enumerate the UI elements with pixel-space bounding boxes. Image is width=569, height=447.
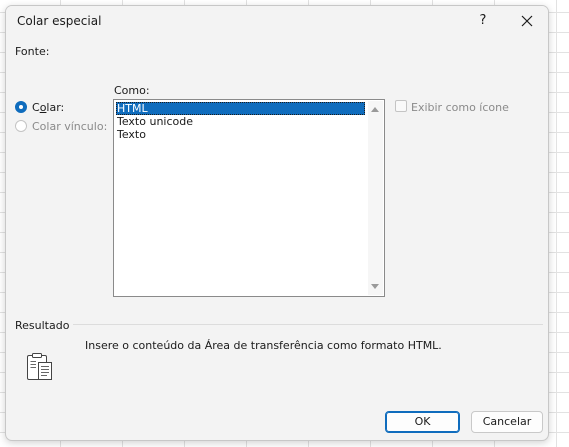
help-button[interactable]: ? bbox=[472, 10, 494, 32]
result-label: Resultado bbox=[15, 319, 70, 332]
display-as-icon-label: Exibir como ícone bbox=[411, 101, 509, 114]
as-listbox[interactable]: HTML Texto unicode Texto bbox=[113, 99, 385, 297]
scroll-down-arrow-icon[interactable] bbox=[371, 284, 379, 289]
source-label: Fonte: bbox=[15, 45, 50, 58]
list-item-text[interactable]: Texto bbox=[116, 128, 365, 141]
close-icon bbox=[521, 15, 533, 27]
scroll-up-arrow-icon[interactable] bbox=[371, 107, 379, 112]
paste-link-radio-label: Colar vínculo: bbox=[32, 120, 108, 133]
paste-special-dialog: Colar especial ? Fonte: Colar: Colar vín… bbox=[5, 5, 549, 441]
as-list-label: Como: bbox=[114, 84, 150, 97]
display-as-icon-checkbox[interactable] bbox=[395, 100, 407, 112]
paste-radio[interactable] bbox=[15, 101, 27, 113]
ok-button[interactable]: OK bbox=[385, 411, 460, 433]
list-item-unicode-text[interactable]: Texto unicode bbox=[116, 115, 365, 128]
paste-link-radio[interactable] bbox=[15, 120, 27, 132]
result-separator bbox=[73, 324, 543, 325]
paste-radio-label[interactable]: Colar: bbox=[32, 101, 64, 114]
title-bar: Colar especial ? bbox=[6, 6, 548, 36]
cancel-button[interactable]: Cancelar bbox=[471, 411, 543, 433]
list-scrollbar[interactable] bbox=[368, 101, 383, 295]
list-item-html[interactable]: HTML bbox=[116, 102, 365, 115]
dialog-title: Colar especial bbox=[17, 14, 102, 28]
close-button[interactable] bbox=[516, 10, 538, 32]
clipboard-paste-icon bbox=[25, 351, 55, 383]
result-description: Insere o conteúdo da Área de transferênc… bbox=[85, 339, 442, 352]
